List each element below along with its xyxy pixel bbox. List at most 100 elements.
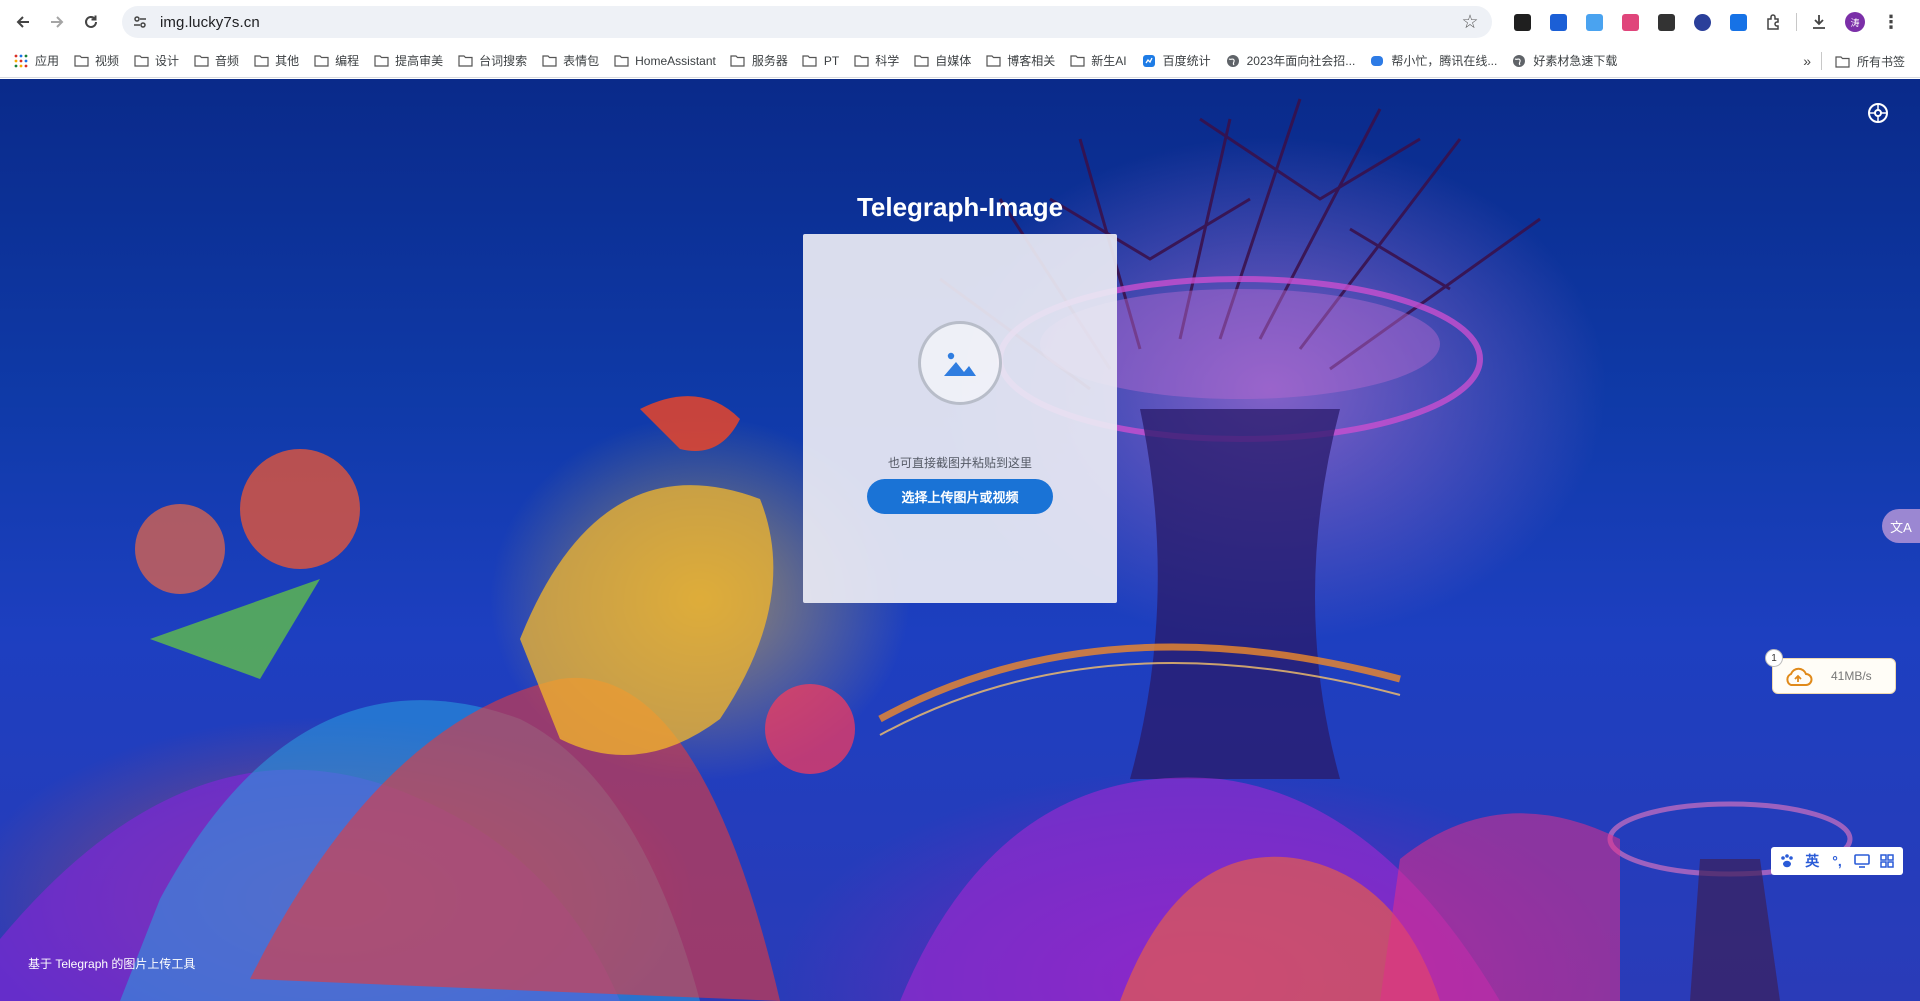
theme-settings-icon[interactable]: [1866, 101, 1890, 125]
bookmarks-divider: [1820, 52, 1822, 70]
bookmark-label: 好素材急速下载: [1533, 54, 1618, 68]
bookmark-label: 台词搜索: [479, 54, 528, 68]
bookmarks-right: » 所有书签: [1793, 47, 1912, 75]
notification-badge: 1: [1765, 649, 1783, 667]
reload-button[interactable]: [74, 5, 108, 39]
bookmark-folder[interactable]: 台词搜索: [450, 47, 534, 75]
folder-icon: [373, 53, 389, 69]
all-bookmarks-button[interactable]: 所有书签: [1828, 47, 1912, 75]
ime-language-toggle[interactable]: 英: [1801, 851, 1823, 871]
page-title: Telegraph-Image: [856, 192, 1064, 222]
bookmark-label: 提高审美: [395, 54, 444, 68]
bookmark-label: 科学: [875, 54, 900, 68]
bookmark-label: 帮小忙，腾讯在线...: [1391, 54, 1498, 68]
folder-icon: [853, 53, 869, 69]
extensions-area: 涛 ⋮: [1504, 7, 1909, 37]
bookmark-folder[interactable]: 博客相关: [978, 47, 1062, 75]
bookmark-label: 2023年面向社会招...: [1246, 54, 1356, 68]
bookmark-folder[interactable]: 自媒体: [906, 47, 978, 75]
bookmark-label: 视频: [95, 54, 120, 68]
extension-5-icon[interactable]: [1648, 7, 1684, 37]
avatar: 涛: [1845, 12, 1865, 32]
ime-punctuation-toggle[interactable]: °,: [1826, 853, 1848, 869]
bookmark-link[interactable]: 好素材急速下载: [1504, 47, 1624, 75]
extensions-puzzle-icon[interactable]: [1756, 7, 1792, 37]
bookmark-link[interactable]: 百度统计: [1134, 47, 1218, 75]
folder-icon: [802, 53, 818, 69]
extension-2-icon[interactable]: [1540, 7, 1576, 37]
bookmark-folder[interactable]: 音频: [186, 47, 246, 75]
folder-icon: [313, 53, 329, 69]
downloads-icon[interactable]: [1801, 7, 1837, 37]
translate-side-tab[interactable]: 文A: [1882, 509, 1920, 543]
folder-icon: [613, 53, 629, 69]
network-speed-widget[interactable]: 1 41MB/s: [1765, 649, 1896, 694]
bookmark-label: 自媒体: [935, 54, 972, 68]
url-text[interactable]: img.lucky7s.cn: [160, 14, 260, 31]
bookmark-label: PT: [823, 53, 840, 68]
paw-icon[interactable]: [1776, 853, 1798, 869]
baidu-tongji-icon: [1141, 53, 1157, 69]
more-vert-icon: ⋮: [1882, 11, 1900, 32]
bookmark-folder[interactable]: HomeAssistant: [606, 47, 723, 75]
paste-hint: 也可直接截图并粘贴到这里: [887, 456, 1032, 470]
reload-icon: [85, 15, 97, 28]
chevron-right-double-icon[interactable]: »: [1793, 53, 1821, 69]
site-info-icon[interactable]: [126, 8, 154, 36]
bookmark-label: 应用: [35, 54, 60, 68]
upload-dropzone[interactable]: 也可直接截图并粘贴到这里 选择上传图片或视频: [803, 234, 1117, 603]
bookmark-label: 博客相关: [1007, 54, 1056, 68]
folder-icon: [1069, 53, 1085, 69]
bookmark-folder[interactable]: 视频: [66, 47, 126, 75]
image-upload-icon: [944, 352, 976, 376]
bookmark-folder[interactable]: 提高审美: [366, 47, 450, 75]
bookmark-link[interactable]: 帮小忙，腾讯在线...: [1362, 47, 1504, 75]
profile-avatar[interactable]: 涛: [1837, 7, 1873, 37]
toolbar-divider: [1796, 13, 1797, 31]
bookmark-folder[interactable]: 其他: [246, 47, 306, 75]
bookmark-label: 其他: [275, 54, 300, 68]
bookmark-label: 百度统计: [1162, 54, 1211, 68]
speed-value: 41MB/s: [1831, 669, 1872, 683]
back-button[interactable]: [6, 5, 40, 39]
ime-toolbar: 英 °,: [1771, 847, 1903, 875]
arrow-right-icon: [51, 16, 64, 28]
folder-icon: [193, 53, 209, 69]
extension-4-icon[interactable]: [1612, 7, 1648, 37]
keyboard-icon[interactable]: [1851, 854, 1873, 868]
globe-icon: [1511, 53, 1527, 69]
arrow-left-icon: [16, 16, 29, 28]
bookmark-folder[interactable]: 科学: [846, 47, 906, 75]
bookmark-folder[interactable]: PT: [795, 47, 846, 75]
bookmark-folder[interactable]: 新生AI: [1062, 47, 1133, 75]
tencent-helper-icon: [1369, 53, 1385, 69]
grid-menu-icon[interactable]: [1876, 854, 1898, 868]
folder-icon: [133, 53, 149, 69]
bookmark-link[interactable]: 2023年面向社会招...: [1218, 47, 1363, 75]
bookmark-apps[interactable]: 应用: [6, 47, 66, 75]
extension-7-icon[interactable]: [1720, 7, 1756, 37]
browser-toolbar: img.lucky7s.cn ☆ 涛 ⋮: [0, 0, 1920, 44]
bookmark-label: 设计: [155, 54, 180, 68]
extension-6-icon[interactable]: [1684, 7, 1720, 37]
forward-button[interactable]: [40, 5, 74, 39]
folder-icon: [541, 53, 557, 69]
bookmark-label: 编程: [335, 54, 360, 68]
address-bar[interactable]: img.lucky7s.cn ☆: [122, 6, 1492, 38]
extension-3-icon[interactable]: [1576, 7, 1612, 37]
bookmark-star-icon[interactable]: ☆: [1458, 10, 1482, 34]
bookmark-folder[interactable]: 设计: [126, 47, 186, 75]
folder-icon: [730, 53, 746, 69]
select-upload-button[interactable]: 选择上传图片或视频: [867, 479, 1053, 514]
folder-icon: [457, 53, 473, 69]
apps-grid-icon: [13, 53, 29, 69]
upload-area-button[interactable]: [918, 321, 1002, 405]
bookmark-label: 表情包: [563, 54, 600, 68]
bookmark-folder[interactable]: 服务器: [723, 47, 795, 75]
bookmark-folder[interactable]: 编程: [306, 47, 366, 75]
extension-1-icon[interactable]: [1504, 7, 1540, 37]
bookmark-label: HomeAssistant: [635, 53, 716, 68]
browser-menu-button[interactable]: ⋮: [1873, 7, 1909, 37]
bookmark-label: 新生AI: [1091, 54, 1127, 68]
bookmark-folder[interactable]: 表情包: [534, 47, 606, 75]
